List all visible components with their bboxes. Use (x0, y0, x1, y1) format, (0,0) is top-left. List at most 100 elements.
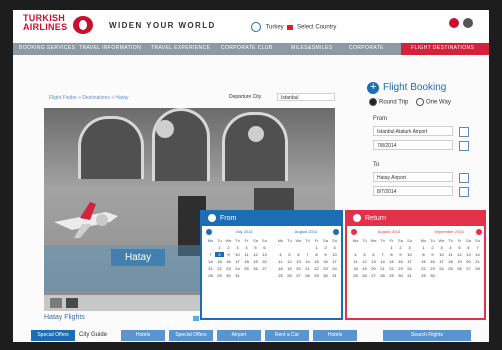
calendar-day[interactable]: 11 (276, 259, 285, 264)
swap-airport-icon[interactable] (459, 173, 469, 183)
special-offers-button[interactable]: Special Offers (31, 330, 75, 341)
calendar-day[interactable]: 24 (405, 266, 414, 271)
calendar-day[interactable]: 9 (224, 252, 233, 257)
calendar-day[interactable]: 26 (285, 273, 294, 278)
calendar-day[interactable]: 5 (360, 252, 369, 257)
calendar-day[interactable]: 22 (387, 266, 396, 271)
menu-icon[interactable] (463, 18, 473, 28)
calendar-day[interactable]: 4 (351, 252, 360, 257)
calendar-day[interactable]: 1 (387, 245, 396, 250)
calendar-day[interactable]: 2 (428, 245, 437, 250)
departure-date-input[interactable]: 7/8/2014 (373, 140, 453, 150)
calendar-day[interactable]: 10 (437, 252, 446, 257)
calendar-day[interactable]: 17 (437, 259, 446, 264)
calendar-day[interactable]: 22 (419, 266, 428, 271)
to-airport-input[interactable]: Hatay Airport (373, 172, 453, 182)
calendar-day[interactable]: 17 (330, 259, 339, 264)
calendar-day[interactable]: 28 (303, 273, 312, 278)
calendar-day[interactable]: 14 (303, 259, 312, 264)
calendar-day[interactable]: 12 (455, 252, 464, 257)
calendar-day[interactable]: 3 (330, 245, 339, 250)
calendar-day[interactable]: 12 (251, 252, 260, 257)
calendar-day[interactable]: 14 (206, 259, 215, 264)
calendar-day[interactable]: 14 (378, 259, 387, 264)
calendar-day[interactable]: 27 (464, 266, 473, 271)
search-icon[interactable] (449, 18, 459, 28)
calendar-day[interactable]: 13 (294, 259, 303, 264)
calendar-day[interactable]: 16 (396, 259, 405, 264)
calendar-day[interactable]: 12 (360, 259, 369, 264)
calendar-day[interactable]: 23 (428, 266, 437, 271)
calendar-day[interactable]: 31 (233, 273, 242, 278)
calendar-day[interactable]: 27 (294, 273, 303, 278)
calendar-day[interactable]: 13 (260, 252, 269, 257)
prev-month-icon[interactable] (206, 229, 212, 235)
calendar-day[interactable]: 21 (206, 266, 215, 271)
calendar-day[interactable]: 2 (321, 245, 330, 250)
calendar-day[interactable]: 28 (473, 266, 482, 271)
airport-button[interactable]: Airport (217, 330, 261, 341)
calendar-day[interactable]: 19 (360, 266, 369, 271)
calendar-day[interactable]: 6 (260, 245, 269, 250)
calendar-day[interactable]: 30 (396, 273, 405, 278)
calendar-day[interactable]: 25 (446, 266, 455, 271)
calendar-day[interactable]: 21 (473, 259, 482, 264)
calendar-day[interactable]: 6 (464, 245, 473, 250)
calendar-day[interactable]: 14 (473, 252, 482, 257)
special-offers-tab-button[interactable]: Special Offers (169, 330, 213, 341)
calendar-day[interactable]: 26 (251, 266, 260, 271)
calendar-day[interactable]: 29 (312, 273, 321, 278)
nav-item-miles-smiles[interactable]: MILES&SMILES (291, 45, 332, 51)
calendar-day[interactable]: 4 (276, 252, 285, 257)
calendar-day[interactable]: 7 (473, 245, 482, 250)
calendar-day[interactable]: 19 (285, 266, 294, 271)
calendar-day[interactable]: 15 (312, 259, 321, 264)
calendar-day[interactable]: 2 (224, 245, 233, 250)
calendar-day[interactable]: 25 (276, 273, 285, 278)
calendar-day[interactable]: 18 (276, 266, 285, 271)
photo-thumbnail-icon[interactable] (50, 298, 62, 308)
calendar-day[interactable]: 24 (330, 266, 339, 271)
calendar-day[interactable]: 11 (242, 252, 251, 257)
calendar-day[interactable]: 25 (351, 273, 360, 278)
round-trip-radio[interactable] (369, 98, 377, 106)
airline-logo[interactable]: TURKISH AIRLINES (23, 14, 73, 32)
departure-city-select[interactable]: Istanbul (277, 93, 335, 101)
calendar-day[interactable]: 31 (405, 273, 414, 278)
calendar-day[interactable]: 30 (321, 273, 330, 278)
calendar-day[interactable]: 11 (351, 259, 360, 264)
calendar-day[interactable]: 23 (224, 266, 233, 271)
calendar-day[interactable]: 8 (419, 252, 428, 257)
breadcrumb[interactable]: Flight Finder » Destinations » Hatay (49, 95, 128, 101)
calendar-day[interactable]: 28 (206, 273, 215, 278)
nav-item-booking-services[interactable]: BOOKING SERVICES (19, 45, 75, 51)
calendar-day[interactable]: 31 (330, 273, 339, 278)
hotels-tab-button[interactable]: Hotels (313, 330, 357, 341)
calendar-icon[interactable] (459, 141, 469, 151)
calendar-day[interactable]: 12 (285, 259, 294, 264)
calendar-day[interactable]: 6 (294, 252, 303, 257)
calendar-day[interactable]: 18 (446, 259, 455, 264)
calendar-day[interactable]: 27 (369, 273, 378, 278)
calendar-day[interactable]: 15 (419, 259, 428, 264)
select-country-link[interactable]: Select Country (297, 25, 336, 31)
calendar-day[interactable]: 10 (233, 252, 242, 257)
next-month-icon[interactable] (476, 229, 482, 235)
one-way-radio[interactable] (416, 98, 425, 106)
calendar-day[interactable]: 9 (321, 252, 330, 257)
calendar-day[interactable]: 22 (312, 266, 321, 271)
from-airport-input[interactable]: Istanbul Ataturk Airport (373, 126, 453, 136)
calendar-day[interactable]: 17 (405, 259, 414, 264)
calendar-day[interactable]: 26 (455, 266, 464, 271)
calendar-day[interactable]: 3 (437, 245, 446, 250)
calendar-day[interactable]: 9 (396, 252, 405, 257)
calendar-day[interactable]: 15 (215, 259, 224, 264)
calendar-day[interactable]: 22 (215, 266, 224, 271)
calendar-day[interactable]: 3 (405, 245, 414, 250)
calendar-day[interactable]: 27 (260, 266, 269, 271)
calendar-day[interactable]: 23 (396, 266, 405, 271)
prev-month-icon[interactable] (351, 229, 357, 235)
calendar-day[interactable]: 21 (303, 266, 312, 271)
nav-item-travel-information[interactable]: TRAVEL INFORMATION (79, 45, 141, 51)
calendar-day[interactable]: 24 (233, 266, 242, 271)
